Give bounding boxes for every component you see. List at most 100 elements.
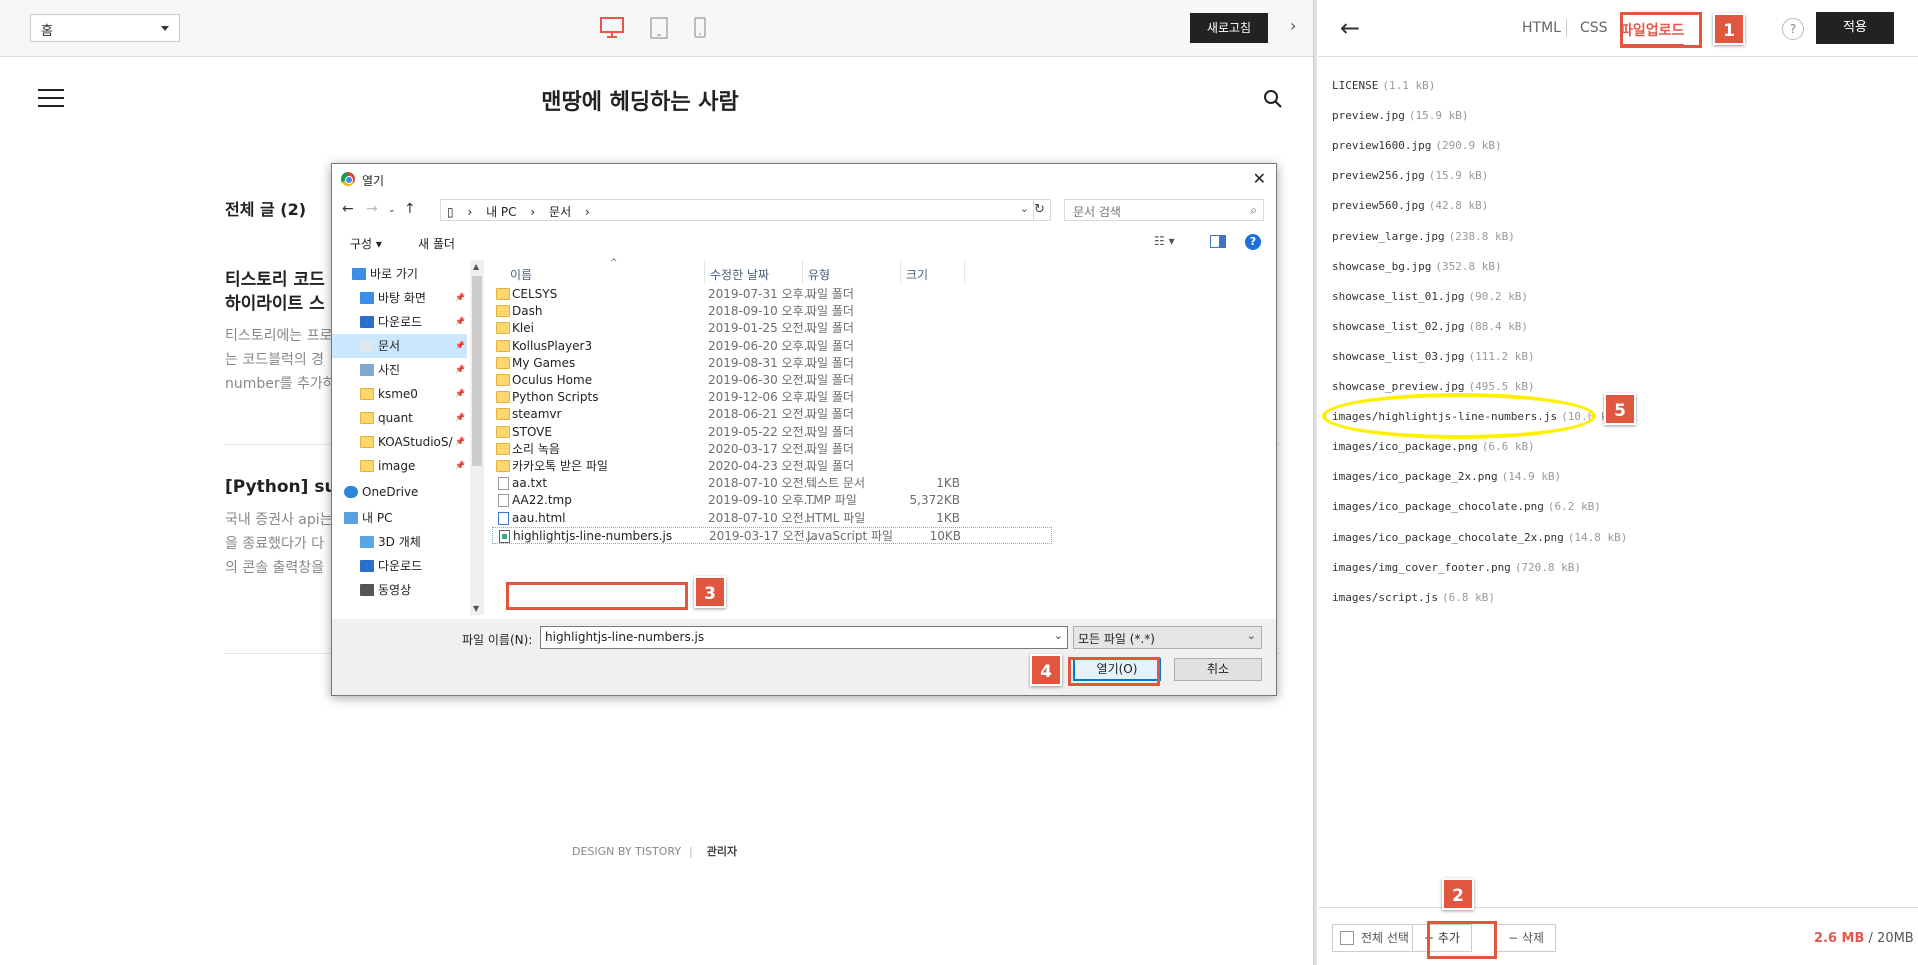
recent-locations-icon[interactable]: ⌄: [388, 205, 396, 215]
uploaded-file-item[interactable]: preview256.jpg (15.9 kB): [1332, 169, 1488, 182]
apply-button[interactable]: 적용: [1816, 12, 1894, 44]
tablet-view-icon[interactable]: [650, 17, 668, 39]
file-row[interactable]: 카카오톡 받은 파일 2020-04-23 오전... 파일 폴더: [492, 458, 1052, 475]
blog-title[interactable]: 맨땅에 헤딩하는 사람: [420, 84, 860, 116]
nav-pane-item[interactable]: 다운로드 📌: [332, 310, 467, 334]
nav-pane-item[interactable]: 문서 📌: [332, 334, 467, 358]
file-row[interactable]: My Games 2019-08-31 오후... 파일 폴더: [492, 355, 1052, 372]
refresh-button[interactable]: 새로고침: [1190, 13, 1268, 43]
filetype-select[interactable]: 모든 파일 (*.*) ⌄: [1073, 626, 1262, 649]
forward-arrow-icon[interactable]: →: [366, 201, 378, 217]
page-select[interactable]: 홈: [30, 14, 180, 42]
nav-pane-item[interactable]: quant 📌: [332, 406, 467, 430]
search-icon[interactable]: [1263, 89, 1283, 109]
file-row[interactable]: aau.html 2018-07-10 오전... HTML 파일 1KB: [492, 510, 1052, 527]
file-row[interactable]: highlightjs-line-numbers.js 2019-03-17 오전…: [492, 526, 1052, 544]
file-row[interactable]: CELSYS 2019-07-31 오후... 파일 폴더: [492, 286, 1052, 303]
delete-file-button[interactable]: − 삭제: [1496, 924, 1556, 952]
admin-link[interactable]: 관리자: [707, 845, 737, 858]
nav-pane-item[interactable]: 내 PC: [332, 506, 467, 530]
file-row[interactable]: KollusPlayer3 2019-06-20 오후... 파일 폴더: [492, 338, 1052, 355]
file-row[interactable]: aa.txt 2018-07-10 오전... 텍스트 문서 1KB: [492, 475, 1052, 492]
pin-icon[interactable]: 📌: [455, 382, 465, 406]
desktop-view-icon[interactable]: [600, 17, 624, 39]
navigation-scrollbar[interactable]: ▲ ▼: [470, 260, 484, 615]
view-options-icon[interactable]: ☷ ▾: [1154, 234, 1175, 248]
uploaded-file-item[interactable]: showcase_list_02.jpg (88.4 kB): [1332, 320, 1528, 333]
folder-search-input[interactable]: 문서 검색 ⌕: [1064, 199, 1264, 221]
help-icon[interactable]: ?: [1782, 18, 1804, 40]
file-row[interactable]: STOVE 2019-05-22 오전... 파일 폴더: [492, 424, 1052, 441]
pin-icon[interactable]: 📌: [455, 358, 465, 382]
post-title[interactable]: [Python] sub: [225, 475, 335, 499]
file-row[interactable]: Oculus Home 2019-06-30 오전... 파일 폴더: [492, 372, 1052, 389]
uploaded-file-item[interactable]: preview_large.jpg (238.8 kB): [1332, 230, 1515, 243]
uploaded-file-item[interactable]: images/ico_package_chocolate_2x.png (14.8…: [1332, 531, 1627, 544]
post-title[interactable]: 티스토리 코드: [225, 268, 335, 292]
nav-pane-item[interactable]: image 📌: [332, 454, 467, 478]
scroll-down-icon[interactable]: ▼: [473, 604, 479, 613]
tab-html[interactable]: HTML: [1522, 20, 1561, 36]
uploaded-file-item[interactable]: preview1600.jpg (290.9 kB): [1332, 139, 1502, 152]
nav-pane-item[interactable]: 바탕 화면 📌: [332, 286, 467, 310]
uploaded-file-item[interactable]: showcase_bg.jpg (352.8 kB): [1332, 260, 1502, 273]
chevron-down-icon[interactable]: ⌄: [1054, 629, 1063, 642]
close-icon[interactable]: ✕: [1253, 169, 1266, 188]
refresh-icon[interactable]: ↻: [1029, 199, 1051, 221]
preview-pane-icon[interactable]: [1210, 235, 1226, 248]
uploaded-file-item[interactable]: images/ico_package.png (6.6 kB): [1332, 440, 1535, 453]
breadcrumb-documents[interactable]: 문서: [549, 205, 571, 219]
nav-pane-item[interactable]: KOAStudioS/📌: [332, 430, 467, 454]
pin-icon[interactable]: 📌: [455, 454, 465, 478]
new-folder-button[interactable]: 새 폴더: [418, 235, 455, 252]
uploaded-file-item[interactable]: images/ico_package_chocolate.png (6.2 kB): [1332, 500, 1601, 513]
uploaded-file-item[interactable]: preview560.jpg (42.8 kB): [1332, 199, 1488, 212]
uploaded-file-item[interactable]: preview.jpg (15.9 kB): [1332, 109, 1468, 122]
pin-icon[interactable]: 📌: [455, 286, 465, 310]
uploaded-file-item[interactable]: showcase_list_03.jpg (111.2 kB): [1332, 350, 1535, 363]
pin-icon[interactable]: 📌: [455, 310, 465, 334]
mobile-view-icon[interactable]: [694, 17, 706, 39]
nav-pane-item[interactable]: 3D 개체: [332, 530, 467, 554]
nav-pane-item[interactable]: 바로 가기: [332, 262, 467, 286]
pin-icon[interactable]: 📌: [455, 406, 465, 430]
uploaded-file-item[interactable]: showcase_preview.jpg (495.5 kB): [1332, 380, 1535, 393]
tab-css[interactable]: CSS: [1580, 20, 1608, 36]
uploaded-file-item[interactable]: showcase_list_01.jpg (90.2 kB): [1332, 290, 1528, 303]
file-row[interactable]: AA22.tmp 2019-09-10 오후... TMP 파일 5,372KB: [492, 492, 1052, 509]
dialog-titlebar[interactable]: 열기 ✕: [332, 164, 1276, 194]
nav-pane-item[interactable]: 동영상: [332, 578, 467, 602]
column-size[interactable]: 크기: [906, 266, 928, 283]
uploaded-file-item[interactable]: images/script.js (6.8 kB): [1332, 591, 1495, 604]
organize-button[interactable]: 구성 ▾: [350, 235, 382, 252]
back-arrow-icon[interactable]: ←: [342, 201, 354, 217]
chevron-down-icon[interactable]: ⌄: [1020, 202, 1029, 215]
file-row[interactable]: 소리 녹음 2020-03-17 오전... 파일 폴더: [492, 441, 1052, 458]
help-icon[interactable]: ?: [1245, 234, 1261, 250]
file-row[interactable]: steamvr 2018-06-21 오전... 파일 폴더: [492, 406, 1052, 423]
hamburger-menu-icon[interactable]: [38, 89, 64, 107]
column-date[interactable]: 수정한 날짜: [710, 266, 769, 283]
post-title[interactable]: 하이라이트 스: [225, 292, 335, 316]
file-row[interactable]: Dash 2018-09-10 오후... 파일 폴더: [492, 303, 1052, 320]
cancel-button[interactable]: 취소: [1174, 658, 1262, 681]
scroll-thumb[interactable]: [472, 276, 482, 466]
uploaded-file-item[interactable]: LICENSE (1.1 kB): [1332, 79, 1435, 92]
uploaded-file-item[interactable]: images/img_cover_footer.png (720.8 kB): [1332, 561, 1581, 574]
column-name[interactable]: 이름: [510, 266, 532, 283]
column-type[interactable]: 유형: [808, 266, 830, 283]
scroll-up-icon[interactable]: ▲: [473, 262, 479, 271]
pin-icon[interactable]: 📌: [455, 430, 465, 454]
address-bar[interactable]: ▯ › 내 PC › 문서 › ⌄: [440, 199, 1034, 221]
up-arrow-icon[interactable]: ↑: [404, 201, 416, 217]
uploaded-file-item[interactable]: images/ico_package_2x.png (14.9 kB): [1332, 470, 1561, 483]
checkbox[interactable]: [1340, 931, 1354, 945]
nav-pane-item[interactable]: 다운로드: [332, 554, 467, 578]
back-arrow-icon[interactable]: ←: [1340, 14, 1360, 42]
nav-pane-item[interactable]: 사진 📌: [332, 358, 467, 382]
file-row[interactable]: Python Scripts 2019-12-06 오후... 파일 폴더: [492, 389, 1052, 406]
chevron-right-icon[interactable]: ›: [1290, 16, 1296, 35]
panel-splitter[interactable]: [1313, 0, 1317, 965]
breadcrumb-my-pc[interactable]: 내 PC: [486, 205, 516, 219]
nav-pane-item[interactable]: ksme0 📌: [332, 382, 467, 406]
